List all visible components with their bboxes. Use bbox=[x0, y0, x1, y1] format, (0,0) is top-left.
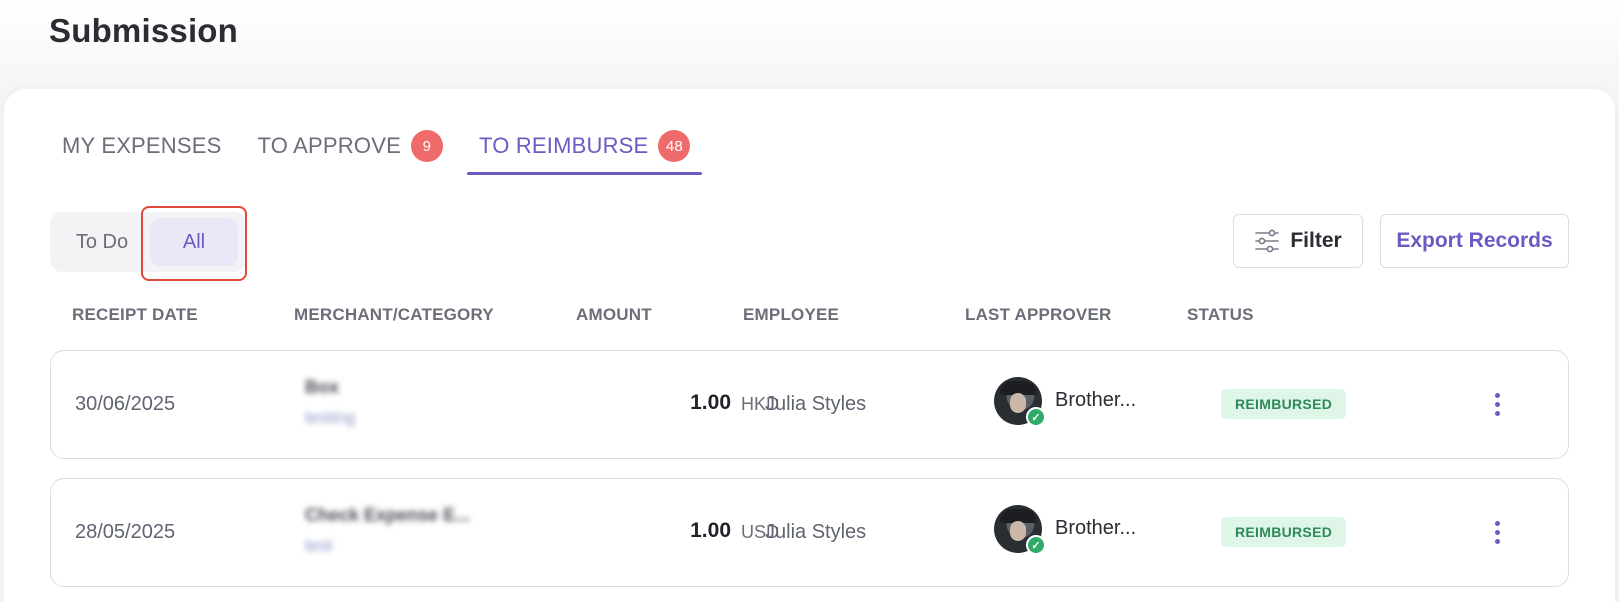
category-name: test bbox=[305, 536, 333, 555]
category-name: testing bbox=[305, 408, 356, 427]
employee-name: Julia Styles bbox=[765, 521, 867, 543]
sliders-icon bbox=[1255, 229, 1280, 253]
check-icon: ✓ bbox=[1026, 535, 1046, 555]
view-toggle: To Do All bbox=[50, 212, 246, 272]
approver-name: Brother... bbox=[1055, 389, 1137, 411]
toggle-todo[interactable]: To Do bbox=[56, 218, 148, 266]
merchant-category: Box testing bbox=[305, 377, 505, 428]
receipt-date: 28/05/2025 bbox=[75, 521, 176, 543]
table-row[interactable]: 30/06/2025 Box testing 1.00 HKD Julia St… bbox=[50, 350, 1569, 459]
tab-label: MY EXPENSES bbox=[62, 133, 222, 158]
receipt-date: 30/06/2025 bbox=[75, 393, 176, 415]
col-last-approver[interactable]: LAST APPROVER bbox=[965, 305, 1112, 325]
merchant-category: Check Expense E... test bbox=[305, 505, 505, 556]
more-options-icon[interactable] bbox=[1485, 517, 1509, 547]
col-receipt-date[interactable]: RECEIPT DATE bbox=[72, 305, 198, 325]
avatar: ✓ bbox=[994, 377, 1046, 427]
avatar: ✓ bbox=[994, 505, 1046, 555]
amount-value: 1.00 bbox=[690, 391, 731, 414]
status-badge: REIMBURSED bbox=[1221, 517, 1347, 547]
status-badge: REIMBURSED bbox=[1221, 389, 1347, 419]
filter-label: Filter bbox=[1290, 229, 1342, 252]
col-merchant-category[interactable]: MERCHANT/CATEGORY bbox=[294, 305, 494, 325]
col-employee[interactable]: EMPLOYEE bbox=[743, 305, 839, 325]
count-badge: 48 bbox=[658, 130, 691, 162]
approver-name: Brother... bbox=[1055, 517, 1137, 539]
table-header: RECEIPT DATE MERCHANT/CATEGORY AMOUNT EM… bbox=[0, 305, 1619, 327]
tab-bar: MY EXPENSES TO APPROVE 9 TO REIMBURSE 48 bbox=[58, 118, 703, 175]
toggle-all[interactable]: All bbox=[150, 218, 238, 266]
amount-value: 1.00 bbox=[690, 519, 731, 542]
col-status[interactable]: STATUS bbox=[1187, 305, 1254, 325]
filter-button[interactable]: Filter bbox=[1233, 214, 1363, 268]
tab-label: TO REIMBURSE bbox=[478, 133, 649, 158]
employee-name: Julia Styles bbox=[765, 393, 867, 415]
tab-to-approve[interactable]: TO APPROVE 9 bbox=[258, 118, 443, 174]
check-icon: ✓ bbox=[1026, 407, 1046, 427]
merchant-name: Box bbox=[305, 377, 340, 397]
col-amount[interactable]: AMOUNT bbox=[576, 305, 652, 325]
tab-to-reimburse[interactable]: TO REIMBURSE 48 bbox=[466, 118, 703, 175]
table-row[interactable]: 28/05/2025 Check Expense E... test 1.00 … bbox=[50, 478, 1569, 587]
export-records-button[interactable]: Export Records bbox=[1380, 214, 1569, 268]
tab-label: TO APPROVE bbox=[257, 133, 401, 158]
more-options-icon[interactable] bbox=[1485, 389, 1509, 419]
page-title: Submission bbox=[49, 12, 239, 49]
tab-my-expenses[interactable]: MY EXPENSES bbox=[62, 118, 222, 174]
merchant-name: Check Expense E... bbox=[305, 505, 471, 525]
count-badge: 9 bbox=[410, 130, 443, 162]
